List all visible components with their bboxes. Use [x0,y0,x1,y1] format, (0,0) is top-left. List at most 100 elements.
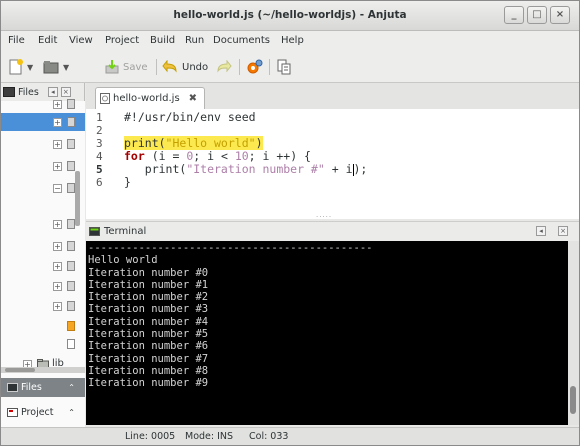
close-tab-icon[interactable]: ✖ [189,93,197,104]
anjuta-window: hello-world.js (~/hello-worldjs) - Anjut… [0,0,580,446]
menu-edit[interactable]: Edit [38,35,57,46]
terminal-output[interactable]: ----------------------------------------… [86,241,568,425]
close-button[interactable]: × [550,6,570,24]
terminal-scroll-thumb[interactable] [570,386,576,414]
menu-view[interactable]: View [69,35,93,46]
menu-file[interactable]: File [8,35,25,46]
tree-row[interactable]: + [1,157,85,175]
terminal-header: Terminal ◂ × [86,221,579,241]
document-tabs: hello-world.js ✖ [86,83,579,109]
menu-build[interactable]: Build [150,35,175,46]
terminal-line: Hello world [88,254,158,267]
pane-resize-grip[interactable]: ····· [316,213,332,221]
status-line: Line: 0005 [125,431,176,442]
terminal-line: Iteration number #4 [88,315,209,328]
tree-row[interactable]: + [1,215,85,233]
code-editor[interactable]: 1 2 3 4 5 6 #!/usr/bin/env seed print("H… [86,109,579,219]
terminal-line: Iteration number #9 [88,377,209,390]
menu-run[interactable]: Run [185,35,204,46]
undo-button[interactable]: Undo [162,57,208,77]
folder-icon [43,61,59,74]
tree-row[interactable]: − [1,179,85,197]
tree-row[interactable] [1,317,85,335]
status-bar: Line: 0005 Mode: INS Col: 033 [1,427,579,445]
file-icon [67,301,75,311]
undo-icon [162,60,177,73]
gears-icon [247,59,263,74]
build-button[interactable] [247,57,263,77]
expander-icon[interactable]: + [53,118,62,127]
status-column: Col: 033 [249,431,289,442]
line-number: 4 [96,150,103,163]
status-mode: Mode: INS [185,431,234,442]
new-file-icon [9,59,23,75]
tree-row[interactable]: + [1,135,85,153]
expander-icon[interactable]: + [53,100,62,109]
expander-icon[interactable]: + [53,162,62,171]
tab-files[interactable]: Files ⌃ [1,378,85,397]
terminal-scrollbar[interactable] [568,241,579,425]
tool-button[interactable] [276,57,292,77]
script-file-icon [67,321,75,331]
menu-documents[interactable]: Documents [213,35,270,46]
toolbar-separator [239,59,240,75]
tab-label: hello-world.js [113,93,180,104]
expander-icon[interactable]: + [53,302,62,311]
terminal-icon [89,227,100,236]
code-line-1: #!/usr/bin/env seed [124,110,256,124]
redo-button[interactable] [216,57,232,77]
sidebar-scrollbar[interactable] [75,171,80,226]
new-file-button[interactable]: ▼ [9,57,33,77]
open-file-button[interactable]: ▼ [43,57,69,77]
js-file-icon [100,93,110,104]
text-caret [352,163,354,176]
code-line-3: print("Hello world") [124,136,263,150]
terminal-close-button[interactable]: × [558,226,568,236]
window-title: hello-world.js (~/hello-worldjs) - Anjut… [173,9,407,21]
tab-hello-world-js[interactable]: hello-world.js ✖ [95,87,205,109]
file-icon [67,117,75,127]
terminal-line: Iteration number #0 [88,266,209,279]
tree-row[interactable]: + [1,297,85,315]
tree-row[interactable]: + [1,95,85,113]
tab-project[interactable]: Project ⌃ [1,403,85,422]
tree-row[interactable] [1,335,85,353]
terminal-line: Iteration number #6 [88,340,209,353]
menu-help[interactable]: Help [281,35,304,46]
line-number-gutter: 1 2 3 4 5 6 [86,109,123,219]
highlighted-print: print("Hello world") [124,136,263,150]
tree-row[interactable]: + [1,257,85,275]
save-label: Save [123,61,148,73]
tree-row[interactable]: + [1,237,85,255]
tree-row-selected[interactable]: + [1,113,85,131]
terminal-line: Iteration number #2 [88,291,209,304]
maximize-button[interactable]: □ [527,6,547,24]
expander-icon[interactable]: + [53,242,62,251]
expander-icon[interactable]: + [53,140,62,149]
file-icon [67,139,75,149]
expander-icon[interactable]: + [53,262,62,271]
toolbar: ▼ ▼ Save Undo [1,51,579,83]
terminal-detach-button[interactable]: ◂ [536,226,546,236]
expander-icon[interactable]: + [53,220,62,229]
menu-project[interactable]: Project [105,35,139,46]
file-icon [67,183,75,193]
save-button[interactable]: Save [105,57,148,77]
code-line-5: print("Iteration number #" + i); [124,162,368,176]
hscroll-thumb[interactable] [5,368,35,372]
tree-row[interactable]: + [1,277,85,295]
terminal-line: Iteration number #1 [88,278,209,291]
terminal-line: Iteration number #3 [88,303,209,316]
expander-icon[interactable]: + [53,282,62,291]
document-tool-icon [277,59,291,75]
sidebar-hscrollbar[interactable] [1,367,85,373]
minimize-button[interactable]: _ [504,6,524,24]
title-bar[interactable]: hello-world.js (~/hello-worldjs) - Anjut… [1,1,579,31]
chevron-up-icon: ⌃ [68,383,75,392]
menu-bar: File Edit View Project Build Run Documen… [1,31,579,51]
collapse-icon[interactable]: − [53,184,62,193]
line-number-current: 5 [96,163,103,176]
terminal-line: Iteration number #7 [88,352,209,365]
save-icon [105,60,119,74]
terminal-title: Terminal [104,226,147,237]
